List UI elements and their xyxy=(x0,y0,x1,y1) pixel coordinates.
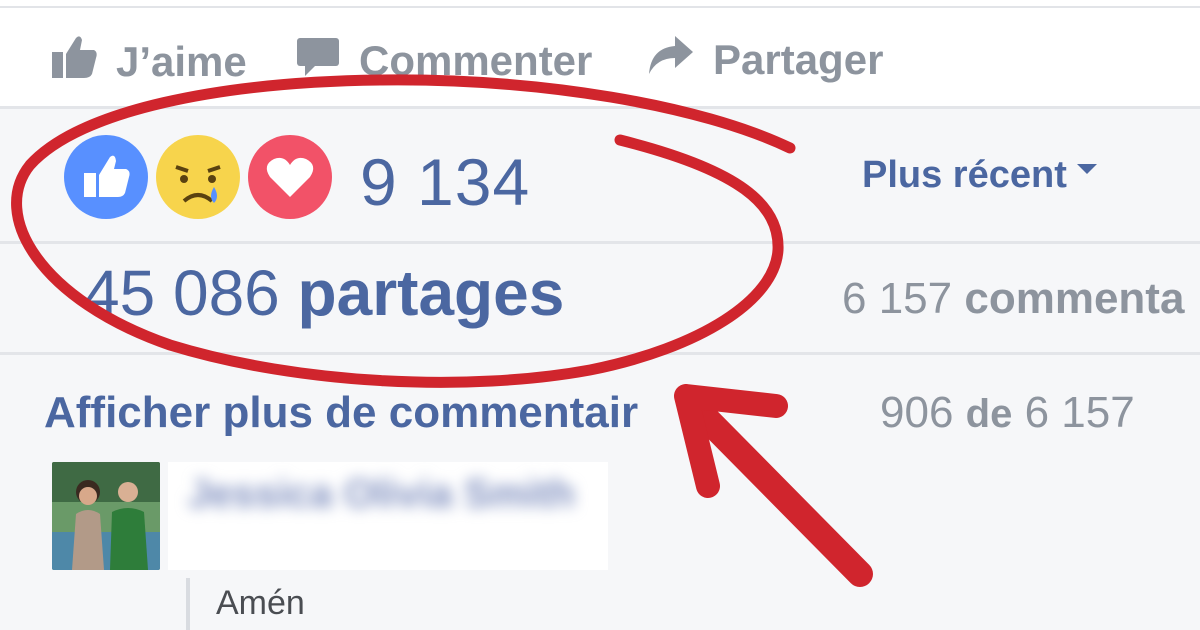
share-label: Partager xyxy=(713,36,884,83)
shares-word: partages xyxy=(297,257,565,329)
like-label: J’aime xyxy=(116,38,247,85)
total-count: 6 157 xyxy=(1024,388,1135,437)
caret-down-icon xyxy=(1076,163,1097,174)
show-more-comments-link[interactable]: Afficher plus de commentair xyxy=(44,388,638,438)
sort-label: Plus récent xyxy=(862,154,1067,196)
shown-count: 906 xyxy=(880,388,954,437)
comment-bubble: Jessica Olivia Smith xyxy=(168,462,608,570)
comment-label: Commenter xyxy=(359,37,593,84)
share-arrow-icon xyxy=(645,34,695,86)
top-border xyxy=(0,0,1200,8)
shares-row: 45 086 partages 6 157 commenta xyxy=(0,244,1200,355)
shares-number: 45 086 xyxy=(84,257,280,329)
comments-count[interactable]: 6 157 commenta xyxy=(842,274,1184,324)
reaction-count[interactable]: 9 134 xyxy=(360,144,530,220)
reactions-row: 9 134 Plus récent xyxy=(0,109,1200,244)
love-reaction-icon xyxy=(248,135,332,219)
shares-count[interactable]: 45 086 partages xyxy=(84,256,564,330)
like-reaction-icon xyxy=(64,135,148,219)
like-button[interactable]: J’aime xyxy=(50,34,247,90)
comments-pagination: 906 de 6 157 xyxy=(880,388,1135,438)
action-bar: J’aime Commenter Partager xyxy=(0,8,1200,109)
reply-divider xyxy=(186,578,190,630)
reaction-icons[interactable] xyxy=(62,131,332,223)
comment-button[interactable]: Commenter xyxy=(295,34,592,88)
sad-reaction-icon xyxy=(156,135,240,219)
red-arrow-shaft xyxy=(685,397,873,587)
comment-author-name[interactable]: Jessica Olivia Smith xyxy=(188,472,575,517)
avatar[interactable] xyxy=(52,462,160,570)
red-arrow-head xyxy=(674,384,788,498)
thumbs-up-icon xyxy=(50,34,98,90)
reply-text: Amén xyxy=(216,584,305,622)
comment-icon xyxy=(295,34,341,88)
sort-dropdown[interactable]: Plus récent xyxy=(862,154,1097,197)
comments-number: 6 157 xyxy=(842,274,953,323)
comments-word: commenta xyxy=(964,274,1185,323)
share-button[interactable]: Partager xyxy=(645,34,883,86)
of-word: de xyxy=(965,392,1013,436)
